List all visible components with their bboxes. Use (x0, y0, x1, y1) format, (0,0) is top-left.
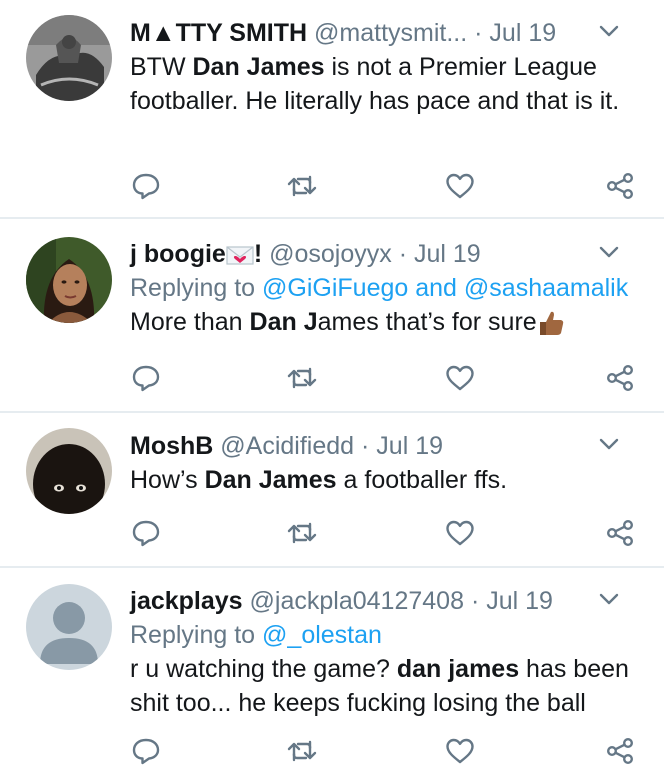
mention-link[interactable]: @GiGiFuego (262, 274, 408, 302)
reply-icon[interactable] (130, 735, 162, 767)
share-icon[interactable] (604, 362, 636, 394)
tweet-actions (130, 170, 640, 202)
tweet-date[interactable]: · Jul 19 (471, 587, 553, 615)
like-icon[interactable] (444, 170, 476, 202)
tweet-text: BTW Dan James is not a Premier League fo… (130, 53, 620, 115)
tweet[interactable]: jackplays @jackpla04127408 · Jul 19 Repl… (0, 568, 664, 776)
replying-to: Replying to @GiGiFuego and @sashaamalik (130, 274, 629, 302)
replying-to: Replying to @_olestan (130, 621, 382, 649)
reply-icon[interactable] (130, 170, 162, 202)
avatar[interactable] (26, 237, 112, 323)
envelope-heart-icon (226, 246, 254, 265)
share-icon[interactable] (604, 170, 636, 202)
tweet[interactable]: j boogie! @osojoyyx · Jul 19 Replying to… (0, 219, 664, 411)
tweet-header: MoshB @Acidifiedd · Jul 19 (130, 429, 644, 463)
chevron-down-icon[interactable] (596, 431, 622, 457)
avatar[interactable] (26, 15, 112, 101)
like-icon[interactable] (444, 362, 476, 394)
retweet-icon[interactable] (286, 362, 318, 394)
author-name[interactable]: MoshB (130, 432, 213, 460)
like-icon[interactable] (444, 735, 476, 767)
avatar[interactable] (26, 428, 112, 514)
chevron-down-icon[interactable] (596, 18, 622, 44)
tweet-actions (130, 362, 640, 394)
tweet-actions (130, 735, 640, 767)
author-name[interactable]: jackplays (130, 587, 243, 615)
author-handle[interactable]: @jackpla04127408 (250, 587, 464, 615)
mention-link[interactable]: @sashaamalik (464, 274, 628, 302)
tweet-text: More than Dan James that’s for sure (130, 305, 644, 339)
mention-link[interactable]: @_olestan (262, 621, 382, 649)
retweet-icon[interactable] (286, 735, 318, 767)
tweet-text: r u watching the game? dan james has bee… (130, 655, 629, 717)
tweet[interactable]: M▲TTY SMITH @mattysmit... · Jul 19 BTW D… (0, 0, 664, 218)
share-icon[interactable] (604, 517, 636, 549)
tweet-header: M▲TTY SMITH @mattysmit... · Jul 19 (130, 16, 644, 50)
tweet-actions (130, 517, 640, 549)
retweet-icon[interactable] (286, 170, 318, 202)
reply-icon[interactable] (130, 362, 162, 394)
tweet-header: jackplays @jackpla04127408 · Jul 19 (130, 584, 644, 618)
author-handle[interactable]: @osojoyyx (269, 240, 392, 268)
share-icon[interactable] (604, 735, 636, 767)
thumbs-up-icon (539, 312, 563, 336)
author-name[interactable]: j boogie! (130, 240, 262, 268)
reply-icon[interactable] (130, 517, 162, 549)
author-name[interactable]: M▲TTY SMITH (130, 19, 307, 47)
tweet-date[interactable]: · Jul 19 (474, 19, 556, 47)
tweet-text: How’s Dan James a footballer ffs. (130, 466, 508, 494)
like-icon[interactable] (444, 517, 476, 549)
chevron-down-icon[interactable] (596, 586, 622, 612)
chevron-down-icon[interactable] (596, 239, 622, 265)
tweet[interactable]: MoshB @Acidifiedd · Jul 19 How’s Dan Jam… (0, 413, 664, 566)
avatar[interactable] (26, 584, 112, 670)
tweet-header: j boogie! @osojoyyx · Jul 19 (130, 237, 644, 271)
author-handle[interactable]: @Acidifiedd (220, 432, 354, 460)
retweet-icon[interactable] (286, 517, 318, 549)
author-handle[interactable]: @mattysmit... (314, 19, 467, 47)
tweet-date[interactable]: · Jul 19 (399, 240, 481, 268)
tweet-date[interactable]: · Jul 19 (361, 432, 443, 460)
